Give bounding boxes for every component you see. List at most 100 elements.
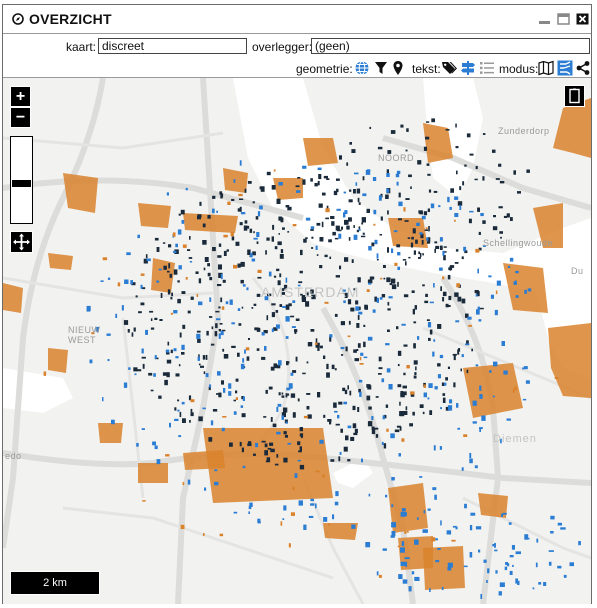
zoom-slider-handle[interactable] — [12, 180, 31, 187]
building-mark — [220, 273, 223, 280]
overlegger-select[interactable]: (geen) — [311, 38, 590, 54]
building-mark — [439, 267, 443, 271]
building-mark — [297, 177, 301, 179]
share-icon[interactable] — [575, 60, 591, 76]
building-mark — [355, 300, 359, 305]
building-mark — [390, 433, 395, 439]
building-mark — [422, 411, 425, 415]
building-mark — [207, 263, 210, 267]
building-mark — [367, 336, 373, 341]
map-view[interactable]: AMSTERDAM NIEUW WEST NOORD Zunderdorp Sc… — [3, 77, 591, 604]
building-mark — [216, 210, 218, 213]
building-mark — [197, 215, 201, 220]
building-mark — [128, 367, 131, 370]
building-mark — [434, 248, 436, 253]
building-mark — [507, 265, 511, 268]
building-mark — [249, 228, 253, 233]
minimize-button[interactable] — [538, 13, 551, 25]
building-mark — [393, 230, 398, 233]
tags-icon[interactable] — [441, 60, 457, 76]
building-mark — [305, 237, 308, 239]
globe-icon[interactable] — [354, 60, 370, 76]
building-mark — [412, 308, 415, 315]
building-mark — [410, 242, 414, 248]
building-mark — [357, 315, 360, 320]
maximize-button[interactable] — [557, 13, 570, 25]
building-mark — [216, 393, 220, 395]
signpost-icon[interactable] — [460, 60, 476, 76]
building-mark — [237, 308, 241, 311]
building-mark — [380, 277, 383, 280]
building-mark — [367, 421, 373, 427]
building-mark — [332, 231, 336, 236]
map-marker-icon[interactable] — [390, 60, 406, 76]
building-mark — [244, 220, 248, 224]
building-mark — [554, 377, 559, 379]
building-mark — [358, 311, 363, 315]
fullscreen-button[interactable] — [564, 85, 585, 107]
building-mark — [395, 173, 400, 178]
building-mark — [423, 510, 426, 514]
building-mark — [433, 339, 436, 342]
building-mark — [455, 320, 460, 323]
building-mark — [351, 259, 354, 263]
building-mark — [376, 253, 379, 259]
building-mark — [227, 201, 231, 205]
building-mark — [252, 201, 255, 204]
modus-label: modus: — [499, 62, 539, 76]
building-mark — [362, 193, 367, 197]
building-mark — [219, 323, 223, 325]
building-mark — [492, 149, 496, 153]
building-mark — [247, 441, 252, 446]
building-mark — [363, 324, 366, 327]
building-mark — [223, 234, 228, 238]
building-mark — [229, 299, 233, 305]
building-mark — [366, 395, 371, 401]
building-mark — [374, 239, 378, 245]
building-mark — [440, 286, 442, 291]
kaart-select[interactable]: discreet — [98, 38, 247, 54]
building-mark — [410, 391, 415, 395]
building-mark — [158, 395, 162, 399]
building-mark — [428, 337, 431, 341]
building-mark — [508, 522, 512, 525]
building-mark — [578, 541, 581, 546]
building-mark — [283, 431, 287, 435]
filter-icon[interactable] — [373, 60, 389, 76]
overlay-icon[interactable] — [557, 60, 573, 76]
list-icon[interactable] — [479, 60, 495, 76]
building-mark — [278, 392, 281, 396]
building-mark — [272, 224, 275, 230]
building-mark — [174, 407, 177, 411]
building-mark — [366, 208, 370, 213]
zoom-slider[interactable] — [10, 136, 33, 224]
building-mark — [321, 221, 324, 228]
zoom-out-button[interactable]: − — [10, 107, 31, 128]
building-mark — [456, 283, 460, 288]
toolbar-row: geometrie: tekst: modus: — [3, 59, 591, 77]
building-mark — [316, 222, 321, 226]
building-mark — [326, 372, 330, 378]
zoom-in-button[interactable]: + — [10, 86, 31, 107]
building-mark — [358, 379, 363, 383]
building-mark — [524, 537, 530, 540]
building-mark — [442, 393, 446, 396]
building-mark — [443, 246, 447, 248]
building-mark — [329, 419, 332, 425]
map-icon[interactable] — [538, 60, 554, 76]
building-mark — [181, 210, 184, 214]
pan-button[interactable] — [10, 231, 33, 253]
building-mark — [454, 292, 459, 297]
building-mark — [483, 559, 487, 563]
building-mark — [198, 363, 201, 366]
building-mark — [416, 517, 419, 520]
close-button[interactable] — [576, 13, 589, 25]
building-mark — [268, 271, 272, 277]
building-mark — [390, 130, 396, 134]
building-mark — [515, 295, 519, 298]
building-mark — [463, 434, 468, 437]
building-mark — [352, 423, 357, 429]
building-mark — [509, 555, 514, 558]
building-mark — [216, 318, 221, 321]
building-mark — [426, 163, 430, 166]
